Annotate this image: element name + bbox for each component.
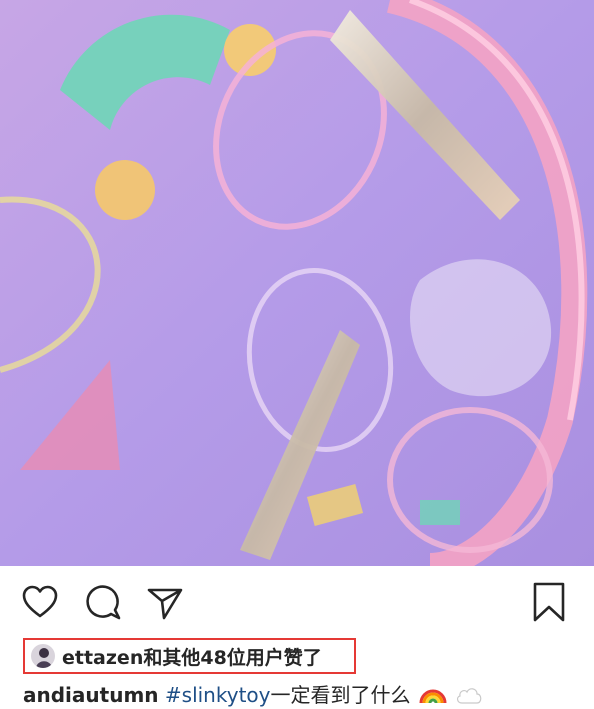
post-photo (0, 0, 594, 566)
caption-hashtag[interactable]: #slinkytoy (165, 683, 271, 707)
bookmark-icon[interactable] (530, 582, 568, 622)
likes-text: ettazen和其他48位用户赞了 (62, 643, 322, 670)
caption-username[interactable]: andiautumn (23, 683, 159, 707)
action-bar (0, 566, 594, 638)
rainbow-emoji (419, 683, 447, 709)
heart-icon[interactable] (21, 583, 59, 621)
avatar[interactable] (31, 644, 55, 668)
likes-count-text[interactable]: 和其他48位用户赞了 (143, 647, 321, 669)
cloud-emoji (455, 684, 483, 709)
caption-text: 一定看到了什么 (270, 683, 411, 707)
caption: andiautumn #slinkytoy一定看到了什么 (23, 681, 583, 709)
comment-bubble-icon[interactable] (84, 583, 122, 621)
likes-summary[interactable]: ettazen和其他48位用户赞了 (23, 638, 356, 674)
liked-by-username[interactable]: ettazen (62, 647, 143, 669)
paper-plane-icon[interactable] (146, 583, 184, 621)
